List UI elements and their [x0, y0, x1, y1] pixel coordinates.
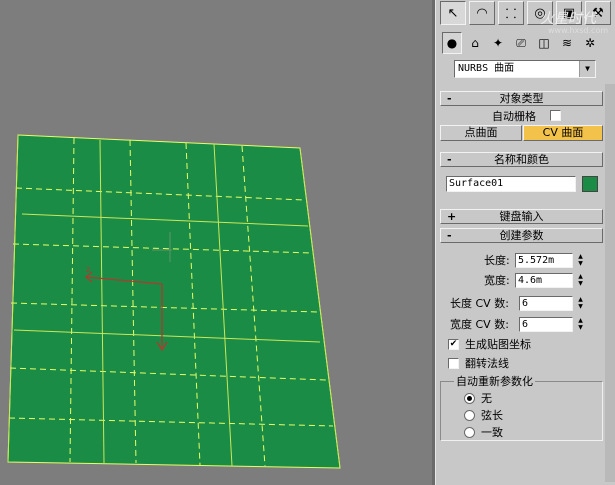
- cv-surface-button[interactable]: CV 曲面: [523, 125, 603, 141]
- hierarchy-icon[interactable]: ⸬: [498, 1, 524, 25]
- keyboard-entry-rollout-header[interactable]: + 键盘输入: [440, 209, 603, 224]
- chevron-down-icon[interactable]: ▼: [579, 61, 595, 77]
- geometry-sphere-icon[interactable]: ●: [442, 32, 462, 54]
- width-spinner[interactable]: ▲ ▼: [576, 273, 585, 288]
- reparam-title: 自动重新参数化: [454, 375, 535, 388]
- name-color-rollout-header[interactable]: - 名称和颜色: [440, 152, 603, 167]
- flip-normals-label: 翻转法线: [465, 357, 509, 370]
- length-label: 长度:: [484, 254, 510, 267]
- lights-icon[interactable]: ✦: [488, 32, 508, 54]
- reparam-chord-label: 弦长: [481, 409, 503, 422]
- watermark-url: www.hxsd.com: [548, 26, 609, 35]
- gizmo-x-label: z: [86, 265, 90, 274]
- category-dropdown[interactable]: NURBS 曲面 ▼: [454, 60, 596, 78]
- helpers-icon[interactable]: ◫: [534, 32, 554, 54]
- autogrid-label: 自动栅格: [492, 110, 536, 123]
- space-warps-icon[interactable]: ≋: [557, 32, 577, 54]
- object-type-title: 对象类型: [499, 92, 544, 105]
- systems-icon[interactable]: ✲: [580, 32, 600, 54]
- modify-curve-icon[interactable]: ◠: [469, 1, 495, 25]
- length-cv-label: 长度 CV 数:: [450, 297, 509, 310]
- flip-normals-checkbox[interactable]: [448, 358, 459, 369]
- collapse-icon: -: [447, 92, 452, 105]
- width-cv-label: 宽度 CV 数:: [450, 318, 509, 331]
- creation-params-rollout-header[interactable]: - 创建参数: [440, 228, 603, 243]
- length-field[interactable]: 5.572m: [515, 253, 573, 268]
- watermark-logo: 火星时代: [540, 11, 596, 27]
- shapes-icon[interactable]: ⌂: [465, 32, 485, 54]
- object-color-swatch[interactable]: [582, 176, 598, 192]
- name-color-title: 名称和颜色: [494, 153, 549, 166]
- length-cv-spinner[interactable]: ▲ ▼: [576, 296, 585, 311]
- viewport-canvas[interactable]: z: [0, 0, 432, 485]
- point-surface-button[interactable]: 点曲面: [440, 125, 522, 141]
- width-cv-spinner[interactable]: ▲ ▼: [576, 317, 585, 332]
- object-name-field[interactable]: Surface01: [446, 176, 576, 192]
- gen-mapping-label: 生成贴图坐标: [465, 338, 531, 351]
- category-value: NURBS 曲面: [458, 63, 515, 74]
- reparam-none-radio[interactable]: [464, 393, 475, 404]
- perspective-viewport[interactable]: z: [0, 0, 432, 485]
- create-cursor-icon[interactable]: ↖: [440, 1, 466, 25]
- collapse-icon: -: [447, 153, 452, 166]
- cameras-icon[interactable]: ⎚: [511, 32, 531, 54]
- width-field[interactable]: 4.6m: [515, 273, 573, 288]
- reparam-none-label: 无: [481, 392, 492, 405]
- keyboard-entry-title: 键盘输入: [499, 210, 544, 223]
- reparam-uniform-label: 一致: [481, 426, 503, 439]
- expand-icon: +: [447, 210, 457, 223]
- length-cv-field[interactable]: 6: [519, 296, 573, 311]
- panel-scrollbar[interactable]: [605, 84, 615, 482]
- gen-mapping-checkbox[interactable]: ✔: [448, 339, 459, 350]
- reparam-chord-radio[interactable]: [464, 410, 475, 421]
- length-spinner[interactable]: ▲ ▼: [576, 253, 585, 268]
- command-panel: ↖ ◠ ⸬ ◎ ▣ ⚒ ● ⌂ ✦ ⎚ ◫ ≋ ✲ NURBS 曲面 ▼ - 对象类型 自动栅格 点曲…: [435, 0, 615, 485]
- nurbs-cv-surface[interactable]: [7, 134, 341, 469]
- width-cv-field[interactable]: 6: [519, 317, 573, 332]
- object-type-rollout-header[interactable]: - 对象类型: [440, 91, 603, 106]
- width-label: 宽度:: [484, 274, 510, 287]
- autogrid-checkbox[interactable]: [550, 110, 561, 121]
- creation-params-title: 创建参数: [499, 229, 544, 242]
- collapse-icon: -: [447, 229, 452, 242]
- reparam-uniform-radio[interactable]: [464, 427, 475, 438]
